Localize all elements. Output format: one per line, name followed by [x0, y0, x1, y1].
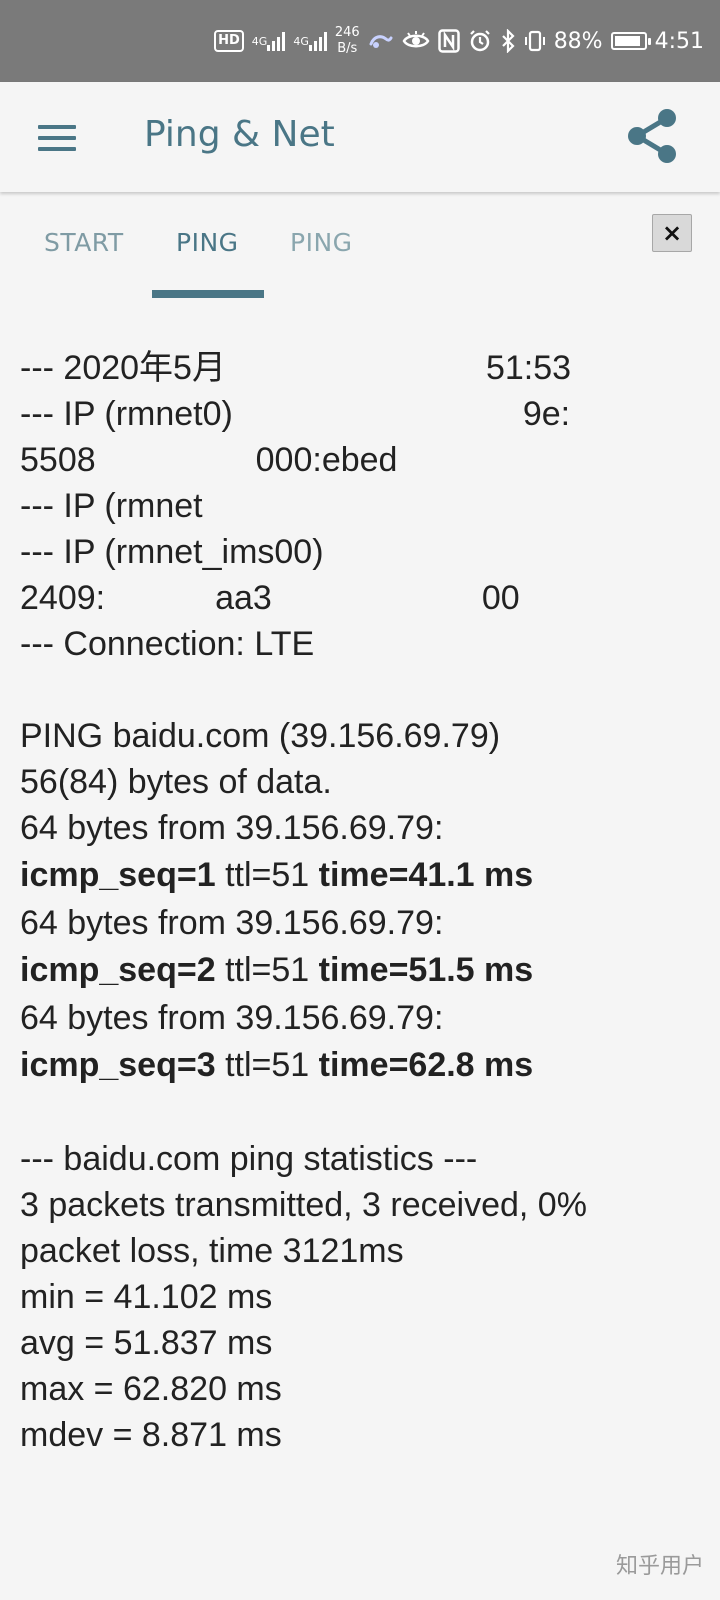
reply-ttl: ttl=51 [225, 951, 310, 989]
app-bar: Ping & Net [0, 82, 720, 192]
reply-from: 64 bytes from 39.156.69.79: [20, 999, 444, 1037]
ping-output: --- 2020年5月 51:53 --- IP (rmnet0) 9e: 5508… [20, 345, 710, 1458]
ping-header: PING baidu.com (39.156.69.79) [20, 717, 501, 755]
output-line: --- 2020年5月 51:53 [20, 345, 710, 391]
close-tab-button[interactable]: × [652, 214, 692, 252]
reply-ttl: ttl=51 [225, 1046, 310, 1084]
tab-start[interactable]: START [44, 228, 124, 257]
output-text: --- IP (rmnet_ims00) [20, 533, 324, 571]
output-line: --- IP (rmnet [20, 483, 710, 529]
stats-line: 3 packets transmitted, 3 received, 0% [20, 1186, 587, 1224]
output-text: --- IP (rmnet0) [20, 395, 233, 433]
output-text: --- Connection: LTE [20, 625, 315, 663]
output-line: 5508 000:ebed [20, 437, 710, 483]
status-icons: HD 4G 4G 246 B/s 88% 4:51 [214, 0, 704, 82]
app-notification-icon [368, 26, 394, 56]
reply-ttl: ttl=51 [225, 856, 310, 894]
output-text: 51:53 [485, 349, 572, 387]
reply-from: 64 bytes from 39.156.69.79: [20, 904, 444, 942]
signal-icon-2: 4G [293, 26, 327, 56]
stats-avg: avg = 51.837 ms [20, 1324, 273, 1362]
reply-seq: icmp_seq=1 [20, 856, 216, 894]
output-text: --- 2020年5月 [20, 349, 226, 387]
reply-detail: icmp_seq=1 ttl=51 time=41.1 ms [20, 851, 710, 900]
hd-icon: HD [214, 26, 244, 56]
network-speed: 246 B/s [335, 25, 360, 57]
nfc-icon [437, 26, 460, 56]
output-line: --- Connection: LTE [20, 621, 710, 667]
reply-detail: icmp_seq=2 ttl=51 time=51.5 ms [20, 946, 710, 995]
stats-mdev: mdev = 8.871 ms [20, 1416, 282, 1454]
reply-seq: icmp_seq=3 [20, 1046, 216, 1084]
stats-line: packet loss, time 3121ms [20, 1232, 404, 1270]
eye-comfort-icon [402, 26, 430, 56]
tab-ping-active[interactable]: PING [176, 228, 239, 257]
vibrate-icon [524, 26, 546, 56]
battery-icon [610, 32, 651, 50]
tab-bar: START PING PING × [0, 192, 720, 304]
reply-from: 64 bytes from 39.156.69.79: [20, 809, 444, 847]
reply-detail: icmp_seq=3 ttl=51 time=62.8 ms [20, 1041, 710, 1090]
ping-size: 56(84) bytes of data. [20, 763, 332, 801]
reply-time: time=62.8 ms [318, 1046, 534, 1084]
output-text: 00 [481, 579, 520, 617]
output-text: --- IP (rmnet [20, 487, 203, 525]
output-line: --- IP (rmnet_ims00) [20, 529, 710, 575]
stats-max: max = 62.820 ms [20, 1370, 282, 1408]
alarm-icon [468, 26, 492, 56]
network-type-1: 4G [251, 34, 268, 48]
speed-value: 246 [334, 25, 360, 40]
network-type-2: 4G [293, 34, 309, 48]
output-text: aa3 [215, 579, 272, 617]
tab-ping[interactable]: PING [290, 228, 353, 257]
output-text: 2409: [20, 579, 106, 617]
menu-icon[interactable] [30, 112, 82, 164]
reply-time: time=41.1 ms [318, 856, 534, 894]
output-line: --- IP (rmnet0) 9e: [20, 391, 710, 437]
output-line: 2409: aa3 00 [20, 575, 710, 621]
bluetooth-icon [500, 26, 516, 56]
tab-indicator [152, 290, 264, 298]
watermark: 知乎用户 [615, 1554, 704, 1579]
signal-icon-1: 4G [252, 26, 286, 56]
hd-label: HD [214, 30, 244, 52]
output-text: 5508 [20, 441, 96, 479]
reply-seq: icmp_seq=2 [20, 951, 216, 989]
reply-time: time=51.5 ms [318, 951, 534, 989]
speed-unit: B/s [337, 41, 358, 56]
output-text: 9e: [522, 395, 571, 433]
stats-header: --- baidu.com ping statistics --- [20, 1140, 478, 1178]
status-bar: HD 4G 4G 246 B/s 88% 4:51 [0, 0, 720, 82]
output-text: 000:ebed [255, 441, 398, 479]
battery-percent: 88% [553, 28, 603, 54]
app-title: Ping & Net [144, 114, 335, 155]
stats-min: min = 41.102 ms [20, 1278, 273, 1316]
share-icon[interactable] [622, 106, 682, 166]
clock: 4:51 [654, 28, 704, 54]
